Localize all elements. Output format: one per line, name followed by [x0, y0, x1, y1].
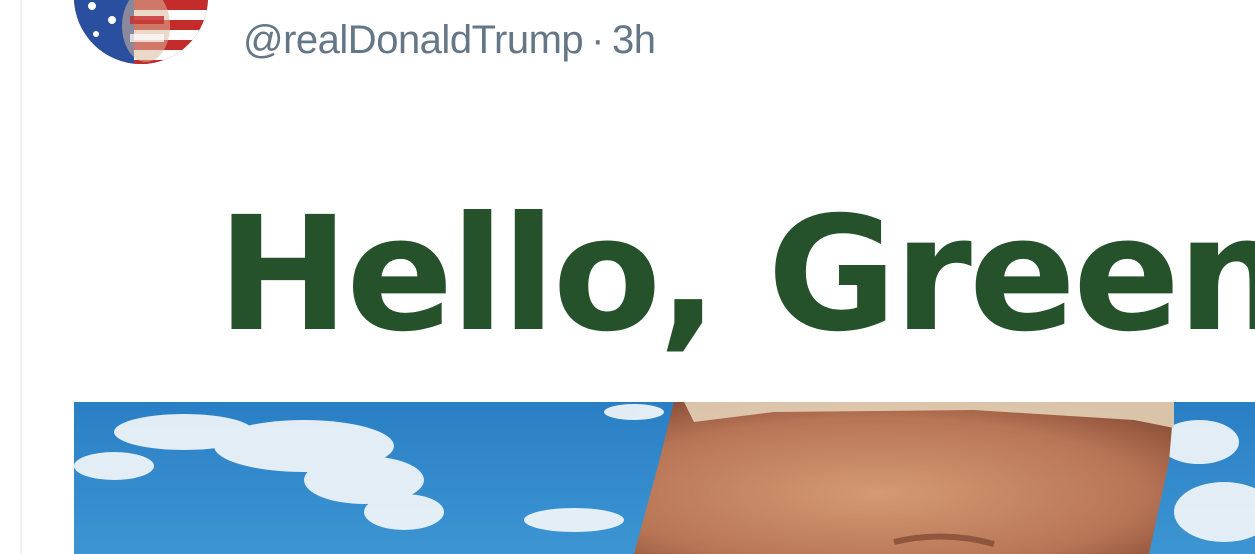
user-handle[interactable]: @realDonaldTrump — [243, 18, 584, 63]
tweet-timestamp[interactable]: 3h — [612, 18, 656, 63]
media-headline: Hello, Greenl — [217, 183, 1255, 367]
tweet-media[interactable]: Hello, Greenl — [74, 120, 1255, 554]
tweet-meta: @realDonaldTrump · 3h — [243, 12, 656, 68]
media-headline-area: Hello, Greenl — [74, 120, 1255, 402]
timeline-left-border — [20, 0, 22, 554]
avatar[interactable] — [74, 0, 208, 64]
meta-separator: · — [591, 17, 604, 62]
media-photo — [74, 402, 1255, 554]
avatar-image — [74, 0, 208, 64]
